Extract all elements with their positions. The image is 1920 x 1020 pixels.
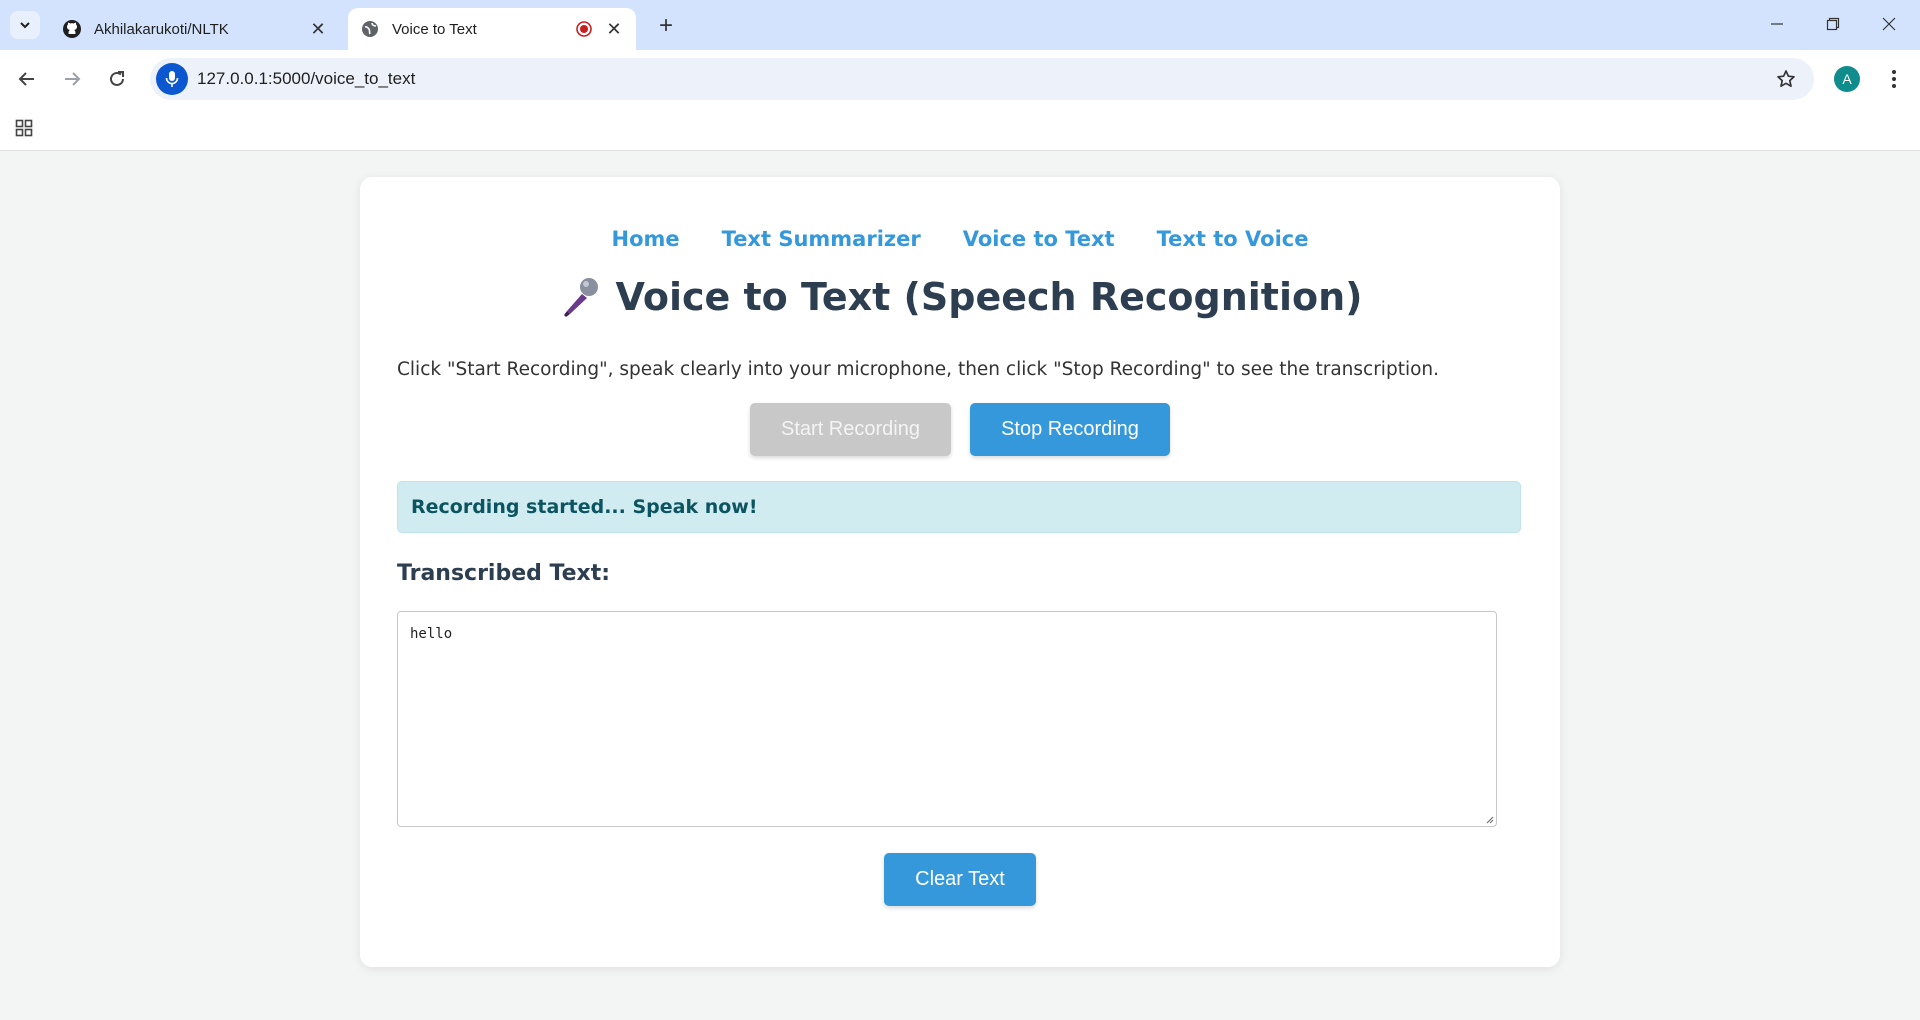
url-text[interactable]: 127.0.0.1:5000/voice_to_text bbox=[197, 69, 415, 89]
apps-grid-icon[interactable] bbox=[12, 116, 36, 140]
arrow-right-icon bbox=[65, 72, 81, 86]
restore-button[interactable] bbox=[1810, 8, 1856, 40]
nav-link-text-to-voice[interactable]: Text to Voice bbox=[1157, 227, 1309, 251]
minimize-icon bbox=[1771, 23, 1783, 25]
close-icon bbox=[1882, 17, 1896, 31]
close-tab-icon[interactable]: ✕ bbox=[306, 17, 330, 41]
microphone-icon bbox=[558, 275, 602, 319]
browser-tabstrip: Akhilakarukoti/NLTK ✕ Voice to Text ✕ + bbox=[0, 0, 1920, 50]
site-nav: Home Text Summarizer Voice to Text Text … bbox=[360, 227, 1560, 251]
nav-link-voice-to-text[interactable]: Voice to Text bbox=[963, 227, 1115, 251]
bookmark-star-icon[interactable] bbox=[1774, 67, 1798, 91]
address-bar[interactable]: 127.0.0.1:5000/voice_to_text bbox=[150, 58, 1814, 100]
tab-title: Akhilakarukoti/NLTK bbox=[94, 20, 229, 38]
status-message: Recording started... Speak now! bbox=[397, 481, 1521, 533]
page-title-text: Voice to Text (Speech Recognition) bbox=[615, 275, 1363, 319]
resize-handle-icon[interactable] bbox=[1484, 814, 1494, 824]
page-viewport: Home Text Summarizer Voice to Text Text … bbox=[0, 151, 1920, 1020]
close-tab-icon[interactable]: ✕ bbox=[602, 17, 626, 41]
clear-text-button[interactable]: Clear Text bbox=[884, 853, 1036, 906]
arrow-left-icon bbox=[18, 72, 34, 86]
more-vertical-icon bbox=[1892, 70, 1896, 88]
profile-avatar[interactable]: A bbox=[1834, 66, 1860, 92]
transcribed-text-heading: Transcribed Text: bbox=[397, 561, 611, 586]
instructions-text: Click "Start Recording", speak clearly i… bbox=[397, 359, 1440, 380]
browser-toolbar: 127.0.0.1:5000/voice_to_text A bbox=[0, 50, 1920, 108]
globe-icon bbox=[360, 19, 380, 39]
new-tab-button[interactable]: + bbox=[652, 12, 680, 40]
tab-title: Voice to Text bbox=[392, 20, 477, 38]
tab-search-button[interactable] bbox=[10, 11, 40, 39]
nav-link-home[interactable]: Home bbox=[612, 227, 680, 251]
bookmarks-bar bbox=[0, 108, 1920, 151]
chevron-down-icon bbox=[20, 22, 30, 29]
recording-indicator-icon bbox=[576, 21, 592, 37]
start-recording-button[interactable]: Start Recording bbox=[750, 403, 951, 456]
recording-controls: Start Recording Stop Recording bbox=[360, 403, 1560, 456]
stop-recording-button[interactable]: Stop Recording bbox=[970, 403, 1170, 456]
github-icon bbox=[62, 19, 82, 39]
transcription-textarea[interactable]: hello bbox=[397, 611, 1497, 827]
restore-icon bbox=[1826, 17, 1840, 31]
back-button[interactable] bbox=[10, 62, 44, 96]
content-card: Home Text Summarizer Voice to Text Text … bbox=[360, 177, 1560, 967]
browser-tab-voice-to-text[interactable]: Voice to Text ✕ bbox=[348, 8, 636, 50]
minimize-button[interactable] bbox=[1754, 8, 1800, 40]
browser-menu-button[interactable] bbox=[1880, 64, 1908, 94]
transcription-value: hello bbox=[410, 626, 453, 642]
reload-icon bbox=[110, 71, 124, 86]
reload-button[interactable] bbox=[100, 62, 134, 96]
nav-link-text-summarizer[interactable]: Text Summarizer bbox=[722, 227, 921, 251]
page-title: Voice to Text (Speech Recognition) bbox=[360, 275, 1560, 319]
close-window-button[interactable] bbox=[1866, 8, 1912, 40]
microphone-permission-icon[interactable] bbox=[156, 63, 188, 95]
browser-tab-github[interactable]: Akhilakarukoti/NLTK ✕ bbox=[50, 8, 340, 50]
forward-button[interactable] bbox=[55, 62, 89, 96]
